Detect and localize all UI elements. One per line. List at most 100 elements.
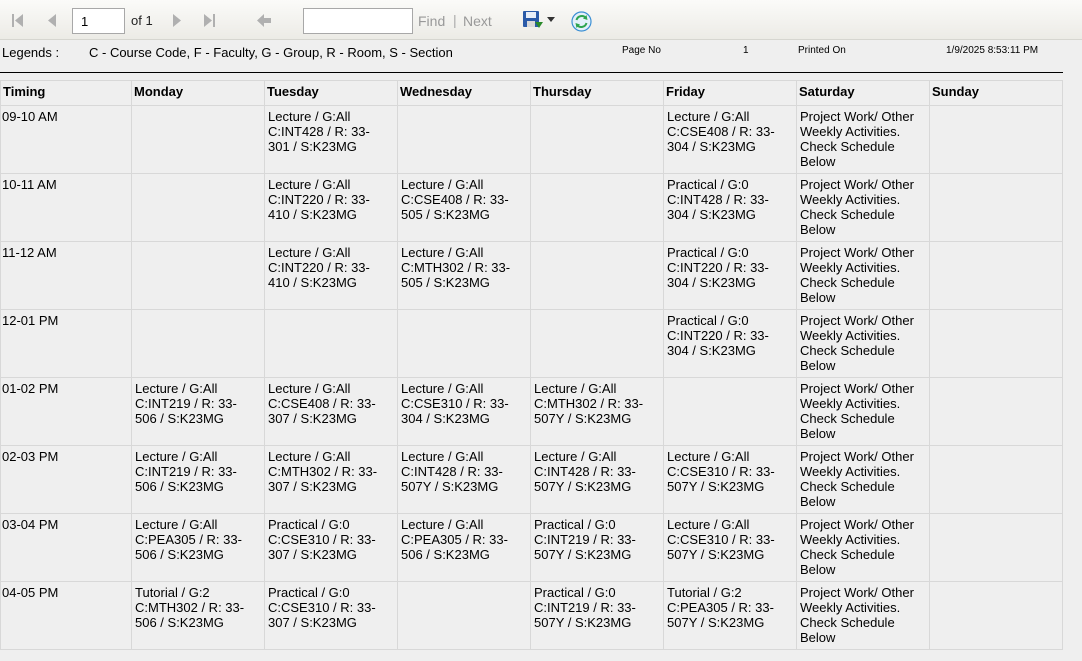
class-cell: Lecture / G:All C:MTH302 / R: 33- 505 / … [397,241,531,310]
class-cell [929,445,1063,514]
class-entry: Project Work/ Other Weekly Activities. C… [800,449,914,509]
class-entry: Lecture / G:All C:CSE408 / R: 33- 505 / … [401,177,509,222]
class-cell: Tutorial / G:2 C:PEA305 / R: 33- 507Y / … [663,581,797,650]
class-cell [929,173,1063,242]
class-cell [929,309,1063,378]
class-cell: Lecture / G:All C:INT428 / R: 33- 507Y /… [530,445,664,514]
timing-cell: 02-03 PM [0,445,132,514]
class-cell: Lecture / G:All C:CSE408 / R: 33- 304 / … [663,105,797,174]
timing-label: 09-10 AM [2,109,58,124]
class-entry: Tutorial / G:2 C:PEA305 / R: 33- 507Y / … [667,585,774,630]
report-header: Legends : C - Course Code, F - Faculty, … [0,40,1082,70]
class-cell: Project Work/ Other Weekly Activities. C… [796,581,930,650]
class-entry: Project Work/ Other Weekly Activities. C… [800,245,914,305]
column-header: Monday [131,80,265,106]
class-cell [530,309,664,378]
class-entry: Lecture / G:All C:CSE310 / R: 33- 507Y /… [667,449,775,494]
timing-label: 10-11 AM [2,177,57,192]
class-cell: Project Work/ Other Weekly Activities. C… [796,309,930,378]
class-entry [532,243,653,246]
class-entry [399,311,520,314]
class-cell: Practical / G:0 C:INT428 / R: 33- 304 / … [663,173,797,242]
column-header: Tuesday [264,80,398,106]
timing-label: 12-01 PM [2,313,59,328]
column-header: Thursday [530,80,664,106]
class-cell [663,377,797,446]
class-entry [931,175,1052,178]
class-entry: Practical / G:0 C:INT219 / R: 33- 507Y /… [534,585,636,630]
last-page-icon[interactable] [201,13,217,28]
timing-cell: 11-12 AM [0,241,132,310]
class-entry: Tutorial / G:2 C:MTH302 / R: 33- 506 / S… [135,585,245,630]
dropdown-arrow-icon[interactable] [547,17,555,22]
timetable-row: 01-02 PM Lecture / G:All C:INT219 / R: 3… [0,377,1063,446]
class-cell: Practical / G:0 C:CSE310 / R: 33- 307 / … [264,513,398,582]
timing-cell: 10-11 AM [0,173,132,242]
class-cell [929,241,1063,310]
back-icon[interactable] [256,13,272,28]
class-entry [665,379,786,382]
timetable: Timing Monday Tuesday Wednesday Thursday Frid… [0,80,1063,650]
legend-text: C - Course Code, F - Faculty, G - Group,… [89,45,453,60]
class-entry: Practical / G:0 C:INT220 / R: 33- 304 / … [667,313,769,358]
class-entry: Lecture / G:All C:CSE408 / R: 33- 307 / … [268,381,376,426]
class-cell [131,309,265,378]
page-no-label: Page No [622,45,661,56]
class-entry: Lecture / G:All C:INT428 / R: 33- 301 / … [268,109,370,154]
class-cell: Practical / G:0 C:INT220 / R: 33- 304 / … [663,309,797,378]
printed-on-label: Printed On [798,45,846,56]
class-cell [530,241,664,310]
class-cell: Practical / G:0 C:INT219 / R: 33- 507Y /… [530,513,664,582]
timetable-row: 04-05 PM Tutorial / G:2 C:MTH302 / R: 33… [0,581,1063,650]
class-cell: Tutorial / G:2 C:MTH302 / R: 33- 506 / S… [131,581,265,650]
class-cell [530,105,664,174]
class-cell: Lecture / G:All C:CSE310 / R: 33- 304 / … [397,377,531,446]
class-cell: Practical / G:0 C:INT219 / R: 33- 507Y /… [530,581,664,650]
class-cell [929,513,1063,582]
class-entry [532,175,653,178]
timing-cell: 03-04 PM [0,513,132,582]
class-entry: Project Work/ Other Weekly Activities. C… [800,381,914,441]
class-cell: Lecture / G:All C:INT219 / R: 33- 506 / … [131,377,265,446]
class-entry: Lecture / G:All C:MTH302 / R: 33- 307 / … [268,449,378,494]
class-entry: Practical / G:0 C:CSE310 / R: 33- 307 / … [268,585,376,630]
class-entry [399,107,520,110]
class-cell: Lecture / G:All C:MTH302 / R: 33- 307 / … [264,445,398,514]
class-entry: Lecture / G:All C:CSE310 / R: 33- 507Y /… [667,517,775,562]
class-cell [929,581,1063,650]
class-cell: Lecture / G:All C:INT428 / R: 33- 507Y /… [397,445,531,514]
find-input[interactable] [303,8,413,34]
page-number-input[interactable] [72,8,125,34]
timetable-row: 11-12 AM Lecture / G:All C:INT220 / R: 3… [0,241,1063,310]
column-header: Sunday [929,80,1063,106]
column-header: Saturday [796,80,930,106]
class-cell: Lecture / G:All C:INT220 / R: 33- 410 / … [264,241,398,310]
first-page-icon[interactable] [10,13,26,28]
class-cell: Lecture / G:All C:PEA305 / R: 33- 506 / … [397,513,531,582]
header-divider [0,72,1063,73]
class-cell: Project Work/ Other Weekly Activities. C… [796,105,930,174]
class-entry: Lecture / G:All C:MTH302 / R: 33- 505 / … [401,245,511,290]
class-entry: Lecture / G:All C:CSE310 / R: 33- 304 / … [401,381,509,426]
class-entry: Practical / G:0 C:INT219 / R: 33- 507Y /… [534,517,636,562]
class-entry: Lecture / G:All C:INT220 / R: 33- 410 / … [268,245,370,290]
class-cell: Lecture / G:All C:INT428 / R: 33- 301 / … [264,105,398,174]
class-entry [931,379,1052,382]
class-entry: Practical / G:0 C:INT428 / R: 33- 304 / … [667,177,769,222]
class-entry: Project Work/ Other Weekly Activities. C… [800,517,914,577]
class-entry: Project Work/ Other Weekly Activities. C… [800,177,914,237]
next-page-icon[interactable] [171,13,183,28]
class-cell: Practical / G:0 C:INT220 / R: 33- 304 / … [663,241,797,310]
class-entry: Lecture / G:All C:INT219 / R: 33- 506 / … [135,449,237,494]
class-entry: Lecture / G:All C:INT428 / R: 33- 507Y /… [401,449,503,494]
refresh-icon[interactable] [571,11,592,32]
find-link[interactable]: Find [418,13,445,29]
previous-page-icon[interactable] [46,13,58,28]
class-entry: Project Work/ Other Weekly Activities. C… [800,313,914,373]
class-entry: Practical / G:0 C:CSE310 / R: 33- 307 / … [268,517,376,562]
find-next-link[interactable]: Next [463,13,492,29]
class-cell: Lecture / G:All C:CSE408 / R: 33- 505 / … [397,173,531,242]
class-cell: Lecture / G:All C:INT219 / R: 33- 506 / … [131,445,265,514]
save-icon[interactable] [522,10,544,30]
class-entry: Lecture / G:All C:INT428 / R: 33- 507Y /… [534,449,636,494]
